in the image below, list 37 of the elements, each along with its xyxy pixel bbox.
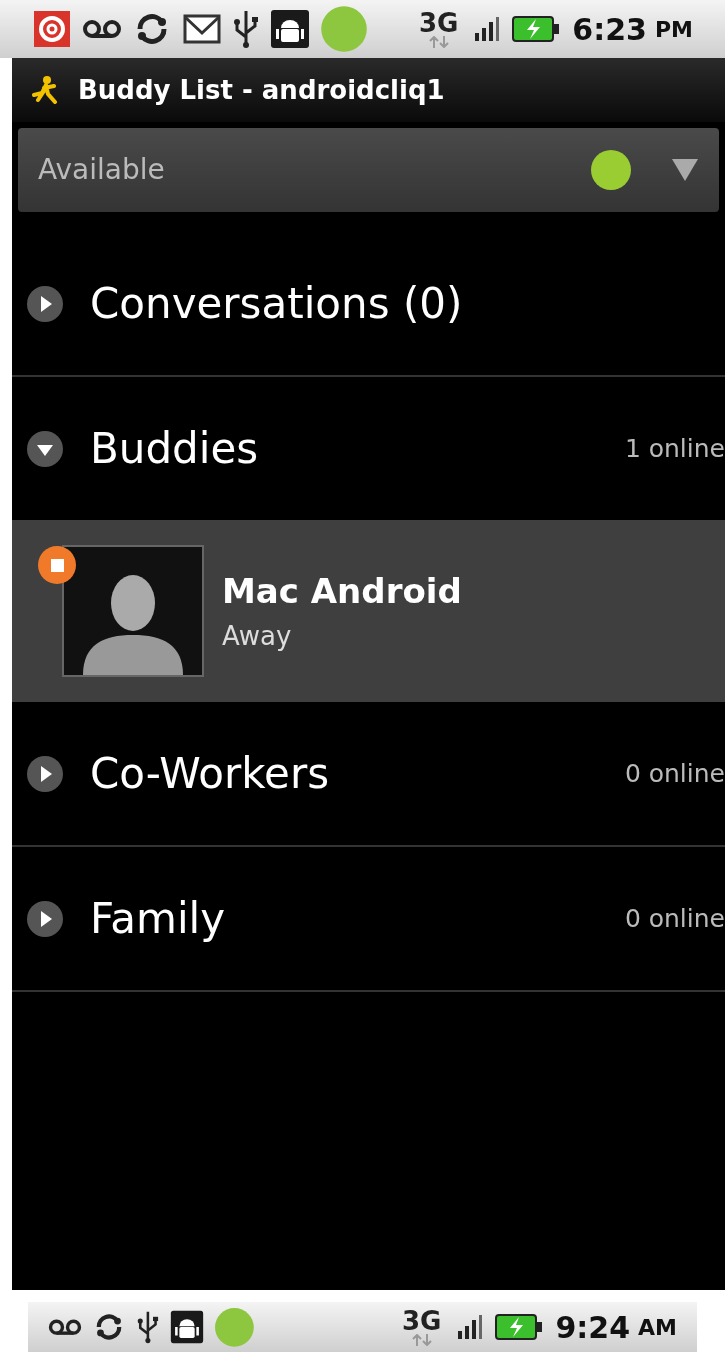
group-header[interactable]: Buddies 1 online: [12, 377, 725, 520]
online-count: 0 online: [624, 902, 725, 935]
clock-time: 6:23: [572, 10, 647, 49]
battery-icon: [512, 16, 561, 42]
network-type: 3G: [418, 10, 459, 36]
group-header[interactable]: Co-Workers 0 online: [12, 702, 725, 845]
clock-meridiem: AM: [638, 1313, 677, 1342]
voicemail-icon: [82, 17, 122, 41]
buddy-name: Mac Android: [222, 570, 462, 613]
network-type: 3G: [402, 1308, 442, 1334]
clock-meridiem: PM: [654, 15, 693, 44]
signal-icon: [457, 1315, 484, 1339]
group-name: Co-Workers: [90, 748, 331, 800]
data-arrows-icon: [410, 1334, 433, 1346]
status-dropdown[interactable]: Available: [18, 128, 719, 212]
dropdown-caret-icon: [671, 157, 699, 183]
signal-icon: [474, 17, 501, 41]
battery-icon: [495, 1314, 544, 1340]
notification-dot-icon: [213, 1306, 255, 1348]
usb-icon: [136, 1310, 160, 1344]
group-name: Buddies: [90, 423, 260, 475]
group-name: Family: [90, 893, 227, 945]
running-figure-icon: [32, 76, 58, 104]
group-name: Conversations (0): [90, 278, 464, 330]
android-icon: [270, 9, 310, 49]
buddy-row[interactable]: Mac Android Away: [12, 520, 725, 702]
group-header[interactable]: Conversations (0): [12, 232, 725, 375]
group-header[interactable]: Family 0 online: [12, 847, 725, 990]
usb-icon: [232, 9, 260, 49]
android-icon: [169, 1310, 204, 1344]
online-count: 1 online: [624, 432, 725, 465]
window-title: Buddy List - androidcliq1: [78, 73, 445, 107]
data-arrows-icon: [427, 36, 450, 48]
notification-dot-icon: [320, 5, 368, 53]
clock-time: 9:24: [555, 1308, 631, 1347]
buddy-status: Away: [222, 620, 293, 653]
online-count: 0 online: [624, 757, 725, 790]
